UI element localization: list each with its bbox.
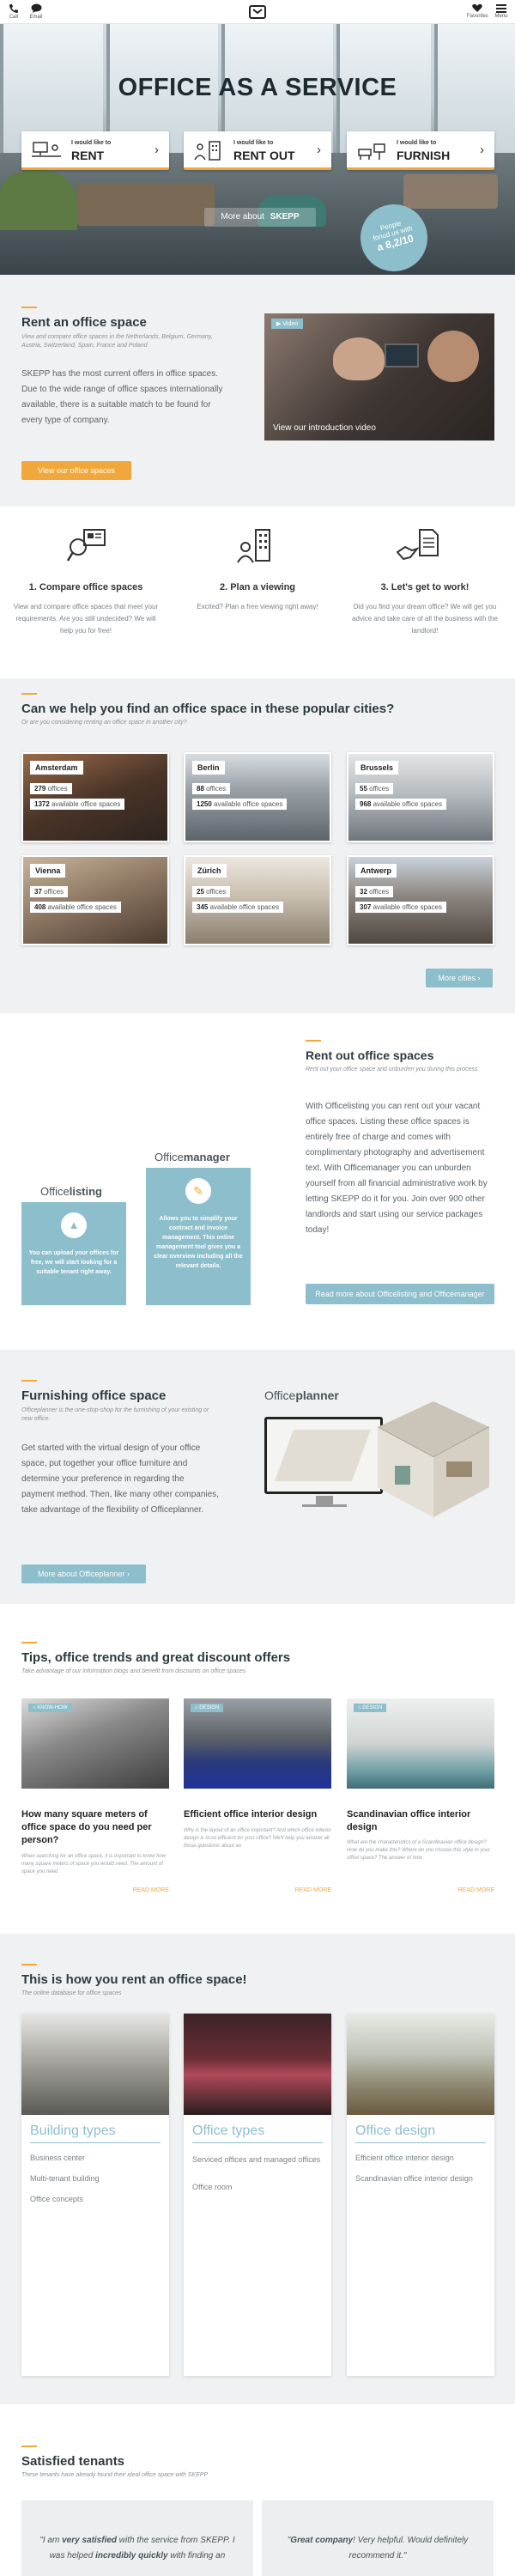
blog-tag: ⌂ KNOW-HOW [28, 1704, 72, 1712]
intro-title: Rent an office space [21, 315, 147, 330]
rent-out-small-label: I would like to [233, 140, 274, 146]
more-about-skepp-button[interactable]: More about SKEPP [204, 208, 316, 227]
rentout-title: Rent out office spaces [306, 1048, 434, 1062]
monitor-image [264, 1417, 383, 1494]
rent-label: RENT [71, 149, 105, 162]
table-image [77, 183, 215, 226]
howto-title: This is how you rent an office space! [21, 1972, 247, 1987]
card-building-types[interactable]: Building types Business center Multi-ten… [21, 2014, 169, 2376]
rent-button[interactable]: I would like to RENT › [21, 131, 169, 170]
blog-card-scandinavian-design[interactable]: ⌂ DESIGN Scandinavian office interior de… [347, 1698, 494, 1901]
edit-icon: ✎ [185, 1178, 211, 1204]
furnish-button[interactable]: I would like to FURNISH › [347, 131, 494, 170]
tips-subtitle: Take advantage of our information blogs … [21, 1668, 246, 1674]
city-card-zurich[interactable]: Zürich 25 offices 345 available office s… [184, 855, 331, 945]
testimonial-card: "Great company! Very helpful. Would defi… [262, 2500, 494, 2576]
blog-tag: ⌂ DESIGN [191, 1704, 224, 1712]
city-card-antwerp[interactable]: Antwerp 32 offices 307 available office … [347, 855, 494, 945]
chevron-right-icon: › [154, 143, 159, 157]
menu-label: Menu [494, 14, 508, 19]
email-label: Email [29, 15, 43, 20]
howto-subtitle: The online database for office spaces [21, 1990, 122, 1996]
testimonial-quote: "Great company! Very helpful. Would defi… [287, 2536, 469, 2561]
officeplanner-button[interactable]: More about Officeplanner › [21, 1564, 146, 1583]
heart-icon [472, 3, 482, 12]
rentout-subtitle: Rent out your office space and unburden … [306, 1066, 478, 1072]
officeplanner-logo: Officeplanner [264, 1388, 339, 1402]
email-button[interactable]: Email [26, 3, 46, 20]
skepp-logo[interactable] [249, 5, 266, 21]
tenants-title: Satisfied tenants [21, 2454, 125, 2469]
phone-icon [9, 4, 18, 13]
monitor-desk-icon [32, 142, 61, 157]
chat-icon [31, 3, 41, 13]
view-office-spaces-button[interactable]: View our office spaces [21, 461, 131, 480]
step-compare: 1. Compare office spaces View and compare… [13, 582, 159, 635]
city-card-berlin[interactable]: Berlin 88 offices 1250 available office … [184, 752, 331, 842]
testimonial-quote: "I am very satisfied with the service fr… [39, 2536, 235, 2561]
read-more-link[interactable]: READ MORE [458, 1887, 494, 1893]
city-card-amsterdam[interactable]: Amsterdam 279 offices 1372 available off… [21, 752, 169, 842]
city-card-vienna[interactable]: Vienna 37 offices 408 available office s… [21, 855, 169, 945]
step-viewing: 2. Plan a viewing Excited? Plan a free vi… [197, 582, 318, 611]
read-more-link[interactable]: READ MORE [133, 1887, 169, 1893]
more-cities-button[interactable]: More cities › [426, 969, 493, 987]
call-label: Call [9, 15, 19, 20]
cities-subtitle: Or are you considering renting an office… [21, 720, 187, 726]
cities-title: Can we help you find an office space in … [21, 702, 395, 716]
testimonial-card: "I am very satisfied with the service fr… [21, 2500, 253, 2576]
cities-section [0, 678, 515, 1013]
blog-card-efficient-design[interactable]: ⌂ DESIGN Efficient office interior desig… [184, 1698, 331, 1901]
step-work: 3. Let's get to work! Did you find your d… [352, 582, 498, 635]
furnish-subtitle: Officeplanner is the one-stop-shop for t… [21, 1407, 209, 1422]
plant-image [0, 170, 77, 230]
rent-out-label: RENT OUT [233, 149, 295, 162]
intro-body: SKEPP has the most current offers in off… [21, 369, 223, 425]
rentout-body: With Officelisting you can rent out your… [306, 1102, 488, 1235]
intro-video[interactable]: ▶ Video View our introduction video [264, 313, 494, 440]
room-3d-image [377, 1401, 490, 1517]
rentout-read-more-button[interactable]: Read more about Officelisting and Office… [306, 1284, 494, 1304]
chevron-right-icon: › [317, 143, 321, 157]
blog-tag: ⌂ DESIGN [354, 1704, 387, 1712]
building-icon [194, 141, 221, 161]
top-nav: Call Email Favorites Menu [0, 0, 515, 24]
menu-icon [496, 4, 506, 13]
officemanager-card: ✎ Allows you to simplify your contract a… [146, 1168, 251, 1305]
tenants-subtitle: These tenants have already found their i… [21, 2472, 209, 2478]
card-office-types[interactable]: Office types Serviced offices and manage… [184, 2014, 331, 2376]
furnish-label: FURNISH [397, 149, 451, 162]
officelisting-card: ▲ You can upload your offices for free, … [21, 1202, 126, 1305]
hero-title: OFFICE AS A SERVICE [118, 74, 397, 101]
favorites-button[interactable]: Favorites [467, 3, 488, 19]
tips-title: Tips, office trends and great discount o… [21, 1650, 291, 1665]
furniture-icon [358, 143, 385, 160]
skepp-brand-label: SKEPP [270, 212, 300, 222]
card-office-design[interactable]: Office design Efficient office interior … [347, 2014, 494, 2376]
furnish-title: Furnishing office space [21, 1388, 167, 1403]
more-about-label: More about [221, 212, 264, 222]
video-tag: ▶ Video [271, 319, 304, 329]
rent-out-button[interactable]: I would like to RENT OUT › [184, 131, 331, 170]
video-caption: View our introduction video [273, 423, 376, 433]
menu-button[interactable]: Menu [491, 3, 512, 19]
rent-small-label: I would like to [71, 140, 112, 146]
furnish-small-label: I would like to [397, 140, 437, 146]
officemanager-logo: Officemanager [154, 1151, 230, 1163]
upload-icon: ▲ [61, 1212, 87, 1238]
favorites-label: Favorites [467, 14, 488, 19]
blog-card-square-meters[interactable]: ⌂ KNOW-HOW How many square meters of off… [21, 1698, 169, 1901]
read-more-link[interactable]: READ MORE [295, 1887, 331, 1893]
chevron-right-icon: › [480, 143, 484, 157]
call-button[interactable]: Call [3, 3, 24, 20]
furnish-body: Get started with the virtual design of y… [21, 1443, 219, 1515]
intro-subtitle: View and compare office spaces in the Ne… [21, 334, 213, 349]
officelisting-logo: Officelisting [40, 1185, 102, 1198]
city-card-brussels[interactable]: Brussels 55 offices 968 available office… [347, 752, 494, 842]
